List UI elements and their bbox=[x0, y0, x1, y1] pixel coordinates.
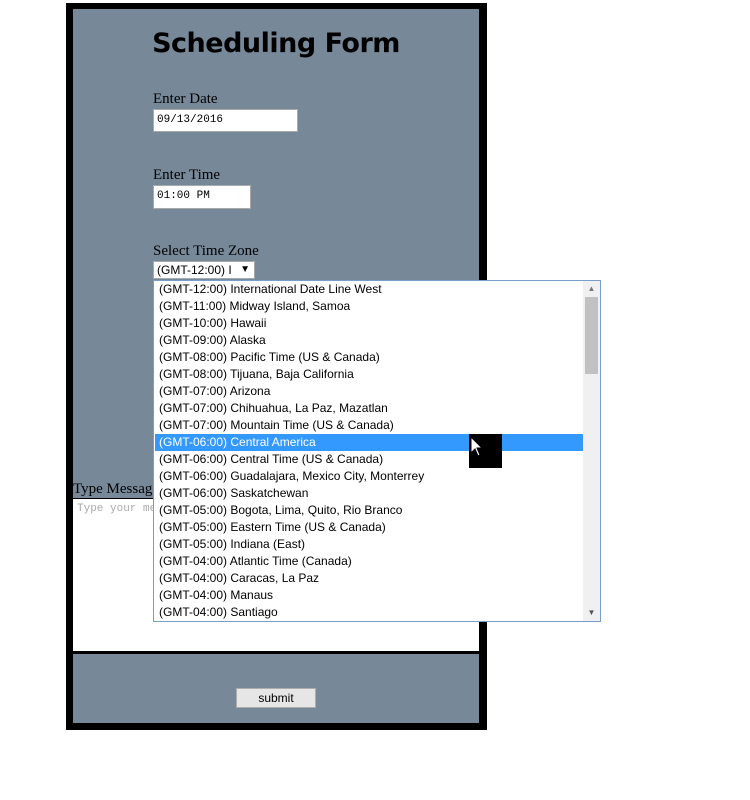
form-title: Scheduling Form bbox=[152, 28, 400, 59]
timezone-option-highlighted[interactable]: (GMT-06:00) Central America bbox=[155, 434, 583, 451]
timezone-dropdown-list[interactable]: (GMT-12:00) International Date Line West… bbox=[153, 280, 601, 622]
time-label: Enter Time bbox=[153, 167, 221, 183]
timezone-option[interactable]: (GMT-07:00) Chihuahua, La Paz, Mazatlan bbox=[155, 400, 583, 417]
message-label: Type Message bbox=[73, 481, 160, 497]
timezone-option[interactable]: (GMT-11:00) Midway Island, Samoa bbox=[155, 298, 583, 315]
date-label: Enter Date bbox=[153, 91, 218, 107]
timezone-option[interactable]: (GMT-04:00) Atlantic Time (Canada) bbox=[155, 553, 583, 570]
timezone-option[interactable]: (GMT-07:00) Arizona bbox=[155, 383, 583, 400]
scroll-down-arrow-icon[interactable]: ▼ bbox=[583, 605, 600, 621]
timezone-option[interactable]: (GMT-12:00) International Date Line West bbox=[155, 281, 583, 298]
dropdown-scrollbar[interactable]: ▲ ▼ bbox=[583, 281, 600, 621]
timezone-option[interactable]: (GMT-05:00) Indiana (East) bbox=[155, 536, 583, 553]
mouse-pointer-icon bbox=[470, 436, 484, 457]
date-value: 09/13/2016 bbox=[157, 114, 224, 126]
submit-button[interactable]: submit bbox=[236, 688, 316, 708]
timezone-option[interactable]: (GMT-04:00) Manaus bbox=[155, 587, 583, 604]
timezone-option[interactable]: (GMT-07:00) Mountain Time (US & Canada) bbox=[155, 417, 583, 434]
timezone-option[interactable]: (GMT-06:00) Guadalajara, Mexico City, Mo… bbox=[155, 468, 583, 485]
timezone-selected-value: (GMT-12:00) I bbox=[157, 263, 232, 277]
timezone-label: Select Time Zone bbox=[153, 243, 259, 259]
timezone-option[interactable]: (GMT-10:00) Hawaii bbox=[155, 315, 583, 332]
scrollbar-thumb[interactable] bbox=[585, 297, 598, 374]
timezone-option[interactable]: (GMT-04:00) Caracas, La Paz bbox=[155, 570, 583, 587]
timezone-option[interactable]: (GMT-06:00) Saskatchewan bbox=[155, 485, 583, 502]
timezone-option[interactable]: (GMT-08:00) Pacific Time (US & Canada) bbox=[155, 349, 583, 366]
time-value: 01:00 PM bbox=[157, 190, 210, 202]
timezone-option[interactable]: (GMT-05:00) Bogota, Lima, Quito, Rio Bra… bbox=[155, 502, 583, 519]
time-input[interactable]: 01:00 PM bbox=[153, 185, 251, 209]
timezone-option[interactable]: (GMT-05:00) Eastern Time (US & Canada) bbox=[155, 519, 583, 536]
chevron-down-icon: ▼ bbox=[240, 264, 250, 275]
scroll-up-arrow-icon[interactable]: ▲ bbox=[583, 281, 600, 297]
timezone-select[interactable]: (GMT-12:00) I ▼ bbox=[153, 261, 255, 279]
timezone-option[interactable]: (GMT-09:00) Alaska bbox=[155, 332, 583, 349]
timezone-option[interactable]: (GMT-08:00) Tijuana, Baja California bbox=[155, 366, 583, 383]
timezone-option[interactable]: (GMT-04:00) Santiago bbox=[155, 604, 583, 621]
date-input[interactable]: 09/13/2016 bbox=[153, 109, 298, 132]
timezone-option[interactable]: (GMT-06:00) Central Time (US & Canada) bbox=[155, 451, 583, 468]
